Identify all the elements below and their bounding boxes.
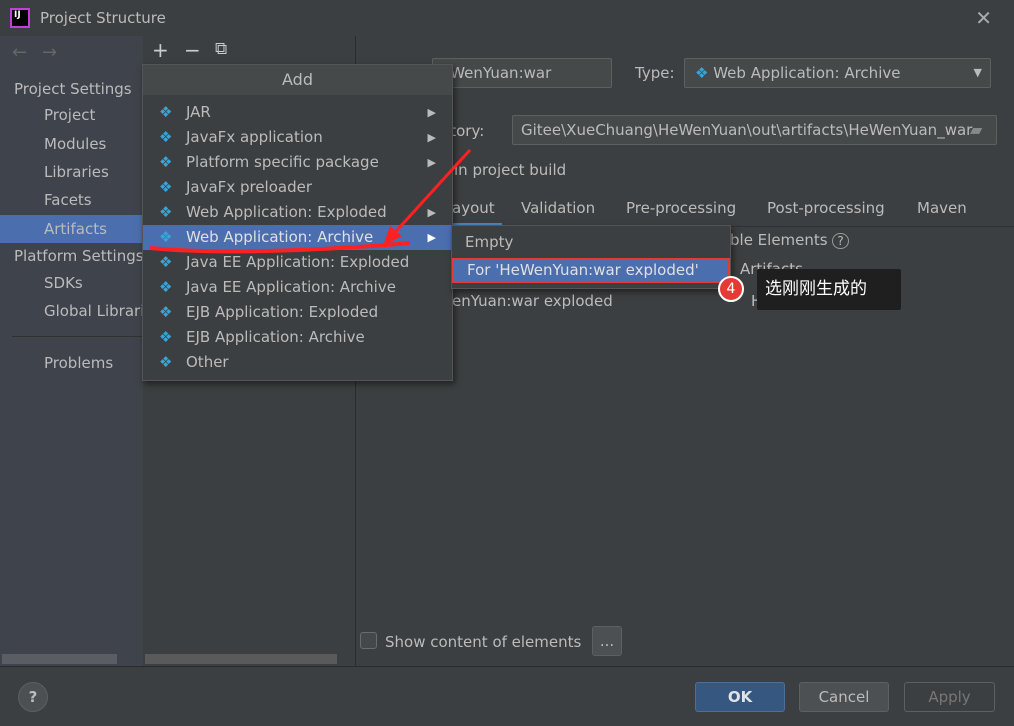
submenu-arrow-icon: ▶ [427, 131, 436, 144]
annotation-note: 选刚刚生成的 [757, 269, 901, 310]
add-menu-item[interactable]: ❖ Platform specific package ▶ [143, 150, 452, 175]
type-select[interactable]: ❖ Web Application: Archive ▼ [684, 58, 991, 88]
add-menu-item[interactable]: ❖ JavaFx preloader [143, 175, 452, 200]
submenu-item-empty[interactable]: Empty [452, 230, 730, 255]
window-title: Project Structure [40, 9, 166, 27]
remove-icon[interactable]: − [184, 38, 201, 62]
section-platform-settings: Platform Settings [14, 247, 143, 265]
sidebar-item-problems[interactable]: Problems [0, 349, 143, 377]
menu-item-label: EJB Application: Exploded [186, 303, 379, 321]
intellij-logo-icon: IJ [10, 8, 30, 28]
web-archive-submenu: Empty For 'HeWenYuan:war exploded' [451, 225, 731, 289]
sidebar-item-artifacts[interactable]: Artifacts [0, 215, 143, 243]
type-value: Web Application: Archive [713, 64, 901, 82]
help-button[interactable]: ? [18, 682, 48, 712]
add-menu-item[interactable]: ❖ Web Application: Archive ▶ [143, 225, 452, 250]
add-menu-item[interactable]: ❖ Web Application: Exploded ▶ [143, 200, 452, 225]
close-icon[interactable]: ✕ [975, 6, 992, 30]
sidebar-item-libraries[interactable]: Libraries [0, 158, 143, 186]
add-menu-item[interactable]: ❖ EJB Application: Exploded [143, 300, 452, 325]
menu-item-label: Web Application: Archive [186, 228, 374, 246]
menu-item-label: Web Application: Exploded [186, 203, 387, 221]
menu-item-label: Platform specific package [186, 153, 379, 171]
divider [12, 336, 143, 337]
tab-validation[interactable]: Validation [521, 199, 595, 217]
horizontal-scrollbar[interactable] [145, 654, 337, 664]
horizontal-scrollbar[interactable] [2, 654, 117, 664]
submenu-arrow-icon: ▶ [427, 231, 436, 244]
artifact-icon: ❖ [159, 228, 173, 246]
sidebar-item-sdks[interactable]: SDKs [0, 269, 143, 297]
sidebar: ← → Project Settings Project Modules Lib… [0, 36, 143, 666]
tab-post-processing[interactable]: Post-processing [767, 199, 885, 217]
apply-button[interactable]: Apply [904, 682, 995, 712]
chevron-down-icon: ▼ [973, 66, 982, 79]
add-menu-title: Add [143, 65, 452, 95]
show-content-checkbox[interactable] [360, 632, 377, 649]
step-badge: 4 [718, 276, 744, 302]
copy-icon[interactable]: ⧉ [215, 39, 227, 59]
forward-arrow-icon[interactable]: → [42, 42, 57, 63]
ok-button[interactable]: OK [695, 682, 785, 712]
section-project-settings: Project Settings [14, 80, 132, 98]
sidebar-item-project[interactable]: Project [0, 101, 143, 129]
tab-output-layout[interactable]: ayout [452, 199, 495, 217]
add-menu-item[interactable]: ❖ Java EE Application: Exploded [143, 250, 452, 275]
sidebar-item-global-libraries[interactable]: Global Libraries [0, 297, 143, 325]
add-menu-item[interactable]: ❖ Java EE Application: Archive [143, 275, 452, 300]
web-archive-icon: ❖ [695, 64, 709, 82]
artifact-icon: ❖ [159, 203, 173, 221]
sidebar-item-modules[interactable]: Modules [0, 130, 143, 158]
menu-item-label: JavaFx preloader [186, 178, 312, 196]
tab-maven[interactable]: Maven [917, 199, 967, 217]
artifact-name-input[interactable]: eWenYuan:war [432, 58, 612, 88]
menu-item-label: JavaFx application [186, 128, 323, 146]
more-button[interactable]: ... [592, 626, 622, 656]
add-menu-item[interactable]: ❖ EJB Application: Archive [143, 325, 452, 350]
type-label: Type: [635, 64, 675, 82]
menu-item-label: EJB Application: Archive [186, 328, 365, 346]
available-elements-label: ble Elements ? [730, 231, 849, 249]
menu-item-label: Java EE Application: Exploded [186, 253, 410, 271]
artifact-icon: ❖ [159, 278, 173, 296]
artifact-icon: ❖ [159, 153, 173, 171]
submenu-item-for-exploded[interactable]: For 'HeWenYuan:war exploded' [452, 258, 730, 283]
show-content-label[interactable]: Show content of elements [385, 633, 581, 651]
menu-item-label: Java EE Application: Archive [186, 278, 396, 296]
tree-item-war-exploded[interactable]: enYuan:war exploded [452, 292, 613, 310]
title-bar: IJ Project Structure ✕ [0, 0, 1014, 36]
add-menu: Add ❖ JAR ▶ ❖ JavaFx application ▶ ❖ Platform s… [142, 64, 453, 381]
folder-icon[interactable]: ▰ [970, 120, 982, 139]
divider [0, 666, 1014, 667]
add-menu-item[interactable]: ❖ JavaFx application ▶ [143, 125, 452, 150]
include-in-build-label[interactable]: in project build [454, 161, 566, 179]
menu-item-label: Other [186, 353, 229, 371]
cancel-button[interactable]: Cancel [799, 682, 889, 712]
artifact-icon: ❖ [159, 328, 173, 346]
output-directory-input[interactable]: Gitee\XueChuang\HeWenYuan\out\artifacts\… [512, 115, 997, 145]
artifact-icon: ❖ [159, 103, 173, 121]
tab-pre-processing[interactable]: Pre-processing [626, 199, 736, 217]
add-menu-item[interactable]: ❖ JAR ▶ [143, 100, 452, 125]
artifact-icon: ❖ [159, 253, 173, 271]
add-icon[interactable]: + [152, 38, 169, 62]
menu-item-label: JAR [186, 103, 211, 121]
sidebar-item-facets[interactable]: Facets [0, 186, 143, 214]
add-menu-item[interactable]: ❖ Other [143, 350, 452, 375]
submenu-arrow-icon: ▶ [427, 106, 436, 119]
artifact-icon: ❖ [159, 353, 173, 371]
submenu-arrow-icon: ▶ [427, 156, 436, 169]
back-arrow-icon[interactable]: ← [12, 42, 27, 63]
help-icon: ? [832, 233, 849, 249]
artifact-icon: ❖ [159, 303, 173, 321]
artifact-settings-panel: eWenYuan:war Type: ❖ Web Application: Ar… [356, 36, 1014, 666]
artifact-icon: ❖ [159, 178, 173, 196]
submenu-arrow-icon: ▶ [427, 206, 436, 219]
artifact-icon: ❖ [159, 128, 173, 146]
